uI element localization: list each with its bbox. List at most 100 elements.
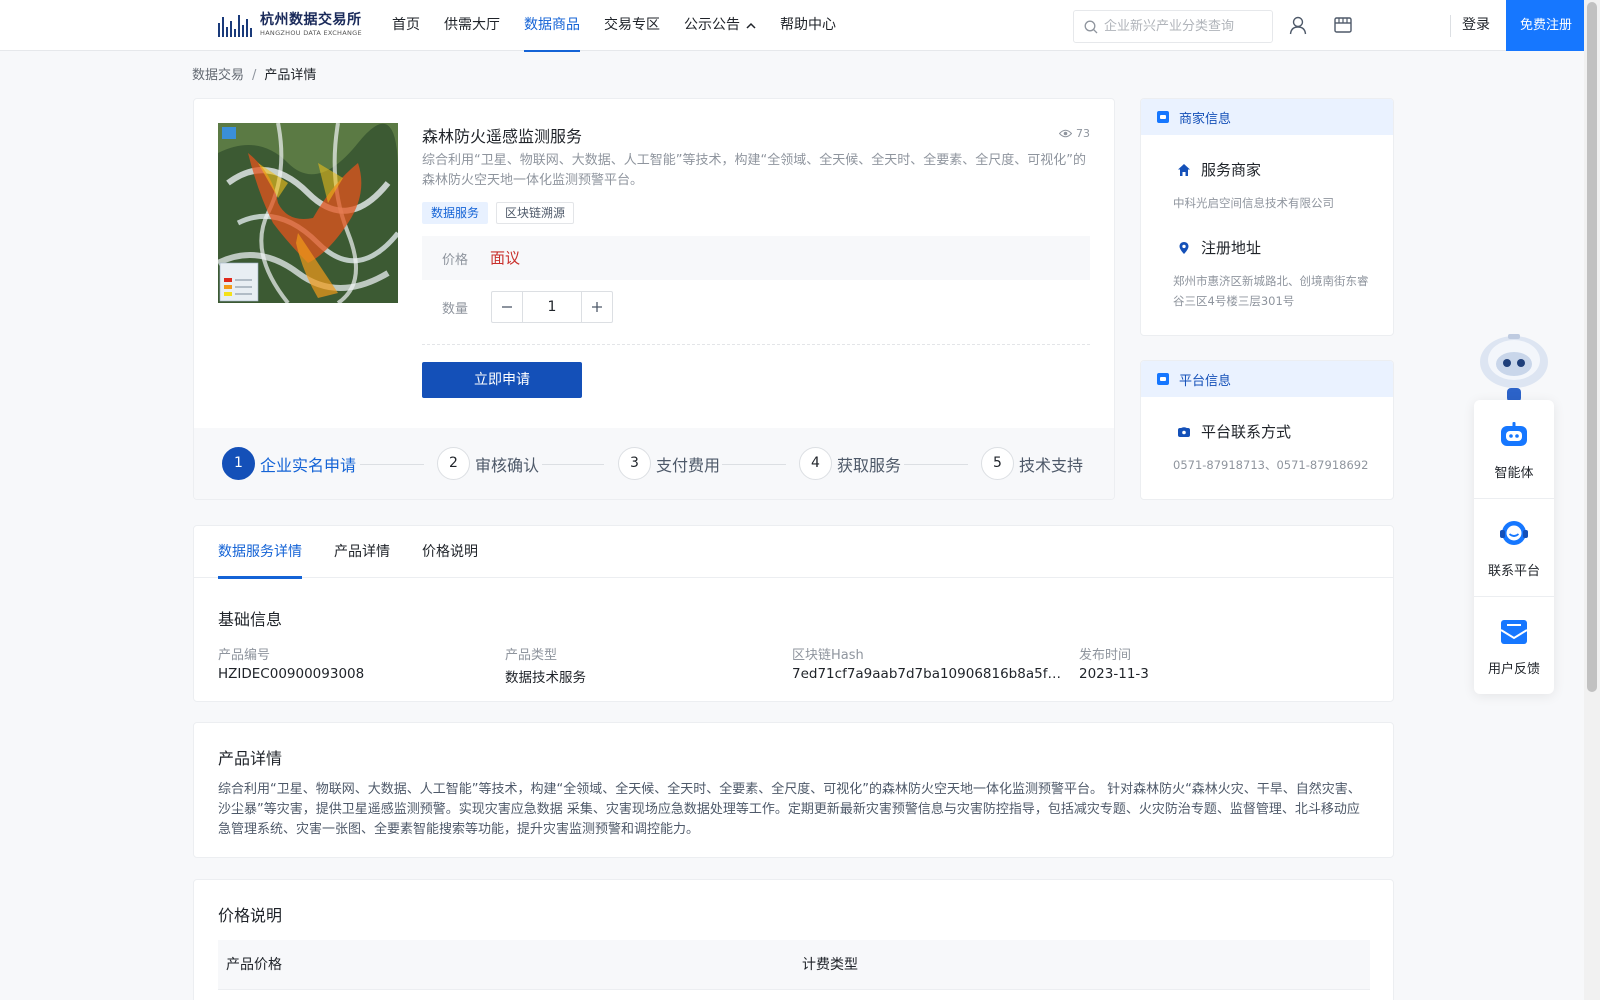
step-number: 3 <box>618 447 651 480</box>
apply-now-button[interactable]: 立即申请 <box>422 362 582 398</box>
step-1: 1 企业实名申请 <box>222 447 356 480</box>
price-value: 面议 <box>490 249 521 267</box>
price-column-header: 产品价格 <box>226 957 282 973</box>
view-count: 73 <box>1059 127 1090 140</box>
product-detail-title: 产品详情 <box>218 749 283 768</box>
merchant-value: 中科光启空间信息技术有限公司 <box>1173 196 1334 210</box>
merchant-panel-header: 商家信息 <box>1141 99 1393 135</box>
breadcrumb-separator: / <box>252 68 257 83</box>
robot-icon <box>1501 422 1527 446</box>
home-icon <box>1178 163 1190 176</box>
product-card: 森林防火遥感监测服务 73 综合利用“卫星、物联网、大数据、人工智能”等技术，构… <box>193 98 1115 500</box>
info-publish-date: 发布时间 2023-11-3 <box>1079 644 1355 682</box>
eye-icon <box>1059 129 1072 138</box>
store-icon[interactable] <box>1333 15 1353 35</box>
platform-panel-header: 平台信息 <box>1141 361 1393 397</box>
contact-label: 平台联系方式 <box>1201 423 1292 441</box>
float-feedback-label: 用户反馈 <box>1487 662 1540 677</box>
address-label: 注册地址 <box>1201 239 1262 257</box>
breadcrumb-parent[interactable]: 数据交易 <box>192 68 244 83</box>
assistant-robot-icon[interactable] <box>1474 326 1554 404</box>
step-5: 5 技术支持 <box>981 447 1083 480</box>
detail-tabs-section: 数据服务详情 产品详情 价格说明 基础信息 产品编号 HZIDEC0090009… <box>193 525 1394 702</box>
float-contact[interactable]: 联系平台 <box>1474 498 1554 596</box>
product-description: 综合利用“卫星、物联网、大数据、人工智能”等技术，构建“全领域、全天候、全天时、… <box>422 153 1086 188</box>
merchant-row: 服务商家 <box>1177 159 1261 180</box>
scrollbar-thumb[interactable] <box>1587 2 1597 692</box>
price-box: 价格 面议 <box>422 236 1090 280</box>
satellite-map-image <box>218 123 398 303</box>
floating-toolbar: 智能体 联系平台 用户反馈 <box>1474 400 1554 694</box>
quantity-input[interactable]: 1 <box>523 292 581 322</box>
detail-tabs: 数据服务详情 产品详情 价格说明 <box>194 526 1393 579</box>
step-2: 2 审核确认 <box>437 447 539 480</box>
step-label: 技术支持 <box>1019 455 1084 475</box>
platform-info-icon <box>1157 373 1169 385</box>
billing-type-column-header: 计费类型 <box>802 957 858 973</box>
merchant-panel-title: 商家信息 <box>1179 111 1232 127</box>
info-product-type: 产品类型 数据技术服务 <box>505 644 781 686</box>
merchant-info-icon <box>1157 111 1169 123</box>
register-button[interactable]: 免费注册 <box>1506 0 1586 51</box>
step-number: 1 <box>222 447 255 480</box>
contact-value: 0571-87918713、0571-87918692 <box>1173 458 1369 472</box>
product-detail-section: 产品详情 综合利用“卫星、物联网、大数据、人工智能”等技术，构建“全领域、全天候… <box>193 722 1394 858</box>
location-pin-icon <box>1179 241 1189 254</box>
site-logo[interactable]: 杭州数据交易所 HANGZHOU DATA EXCHANGE <box>218 10 362 40</box>
tab-product-detail[interactable]: 产品详情 <box>334 526 390 578</box>
page-scrollbar[interactable] <box>1584 0 1600 1000</box>
info-label: 产品编号 <box>218 648 271 663</box>
info-label: 产品类型 <box>505 648 558 663</box>
login-link[interactable]: 登录 <box>1462 0 1490 51</box>
tab-price-description[interactable]: 价格说明 <box>422 526 478 578</box>
nav-home[interactable]: 首页 <box>392 0 420 51</box>
float-agent[interactable]: 智能体 <box>1474 400 1554 498</box>
breadcrumb: 数据交易 / 产品详情 <box>192 64 316 83</box>
top-header: 杭州数据交易所 HANGZHOU DATA EXCHANGE 首页 供需大厅 数… <box>0 0 1586 52</box>
step-label: 支付费用 <box>656 455 721 475</box>
nav-announcements[interactable]: 公示公告 <box>684 0 756 51</box>
price-section-title: 价格说明 <box>218 906 283 925</box>
increment-button[interactable] <box>581 292 612 322</box>
float-agent-label: 智能体 <box>1494 466 1534 481</box>
nav-supply-demand[interactable]: 供需大厅 <box>444 0 500 51</box>
step-4: 4 获取服务 <box>799 447 901 480</box>
product-title: 森林防火遥感监测服务 <box>422 127 583 146</box>
info-label: 区块链Hash <box>792 648 864 663</box>
minus-icon <box>502 306 512 308</box>
product-detail-text: 综合利用“卫星、物联网、大数据、人工智能”等技术，构建“全领域、全天候、全天时、… <box>218 782 1361 837</box>
merchant-info-panel: 商家信息 服务商家 中科光启空间信息技术有限公司 注册地址 郑州市惠济区新城路北… <box>1140 98 1394 336</box>
logo-bars-icon <box>218 13 254 37</box>
step-label: 审核确认 <box>475 455 540 475</box>
tag-data-service: 数据服务 <box>422 202 489 224</box>
search-input[interactable] <box>1104 19 1264 34</box>
nav-trade-zone[interactable]: 交易专区 <box>604 0 660 51</box>
dashed-divider <box>422 344 1090 345</box>
tab-data-service-detail[interactable]: 数据服务详情 <box>218 526 302 579</box>
info-product-id: 产品编号 HZIDEC00900093008 <box>218 644 494 682</box>
price-description-section: 价格说明 产品价格 计费类型 <box>193 879 1394 1000</box>
search-box <box>1073 10 1273 43</box>
nav-data-products[interactable]: 数据商品 <box>524 0 580 52</box>
step-connector <box>542 464 604 465</box>
step-number: 4 <box>799 447 832 480</box>
nav-help-center[interactable]: 帮助中心 <box>780 0 836 51</box>
price-table-header: 产品价格 计费类型 <box>218 940 1370 990</box>
address-value: 郑州市惠济区新城路北、创境南街东睿谷三区4号楼三层301号 <box>1173 274 1369 308</box>
logo-text-en: HANGZHOU DATA EXCHANGE <box>260 29 362 38</box>
user-icon[interactable] <box>1288 15 1308 35</box>
step-connector <box>722 464 786 465</box>
float-feedback[interactable]: 用户反馈 <box>1474 596 1554 694</box>
step-3: 3 支付费用 <box>618 447 720 480</box>
chevron-up-icon <box>746 22 756 29</box>
plus-icon <box>592 302 602 312</box>
step-number: 2 <box>437 447 470 480</box>
platform-info-panel: 平台信息 平台联系方式 0571-87918713、0571-87918692 <box>1140 360 1394 500</box>
address-row: 注册地址 <box>1177 237 1261 258</box>
info-value: 数据技术服务 <box>505 670 586 686</box>
breadcrumb-current: 产品详情 <box>264 68 317 83</box>
quantity-label: 数量 <box>442 302 469 317</box>
logo-text-cn: 杭州数据交易所 <box>260 12 362 29</box>
info-value: 7ed71cf7a9aab7d7ba10906816b8a5f2ce5… <box>792 666 1068 682</box>
decrement-button[interactable] <box>492 292 523 322</box>
